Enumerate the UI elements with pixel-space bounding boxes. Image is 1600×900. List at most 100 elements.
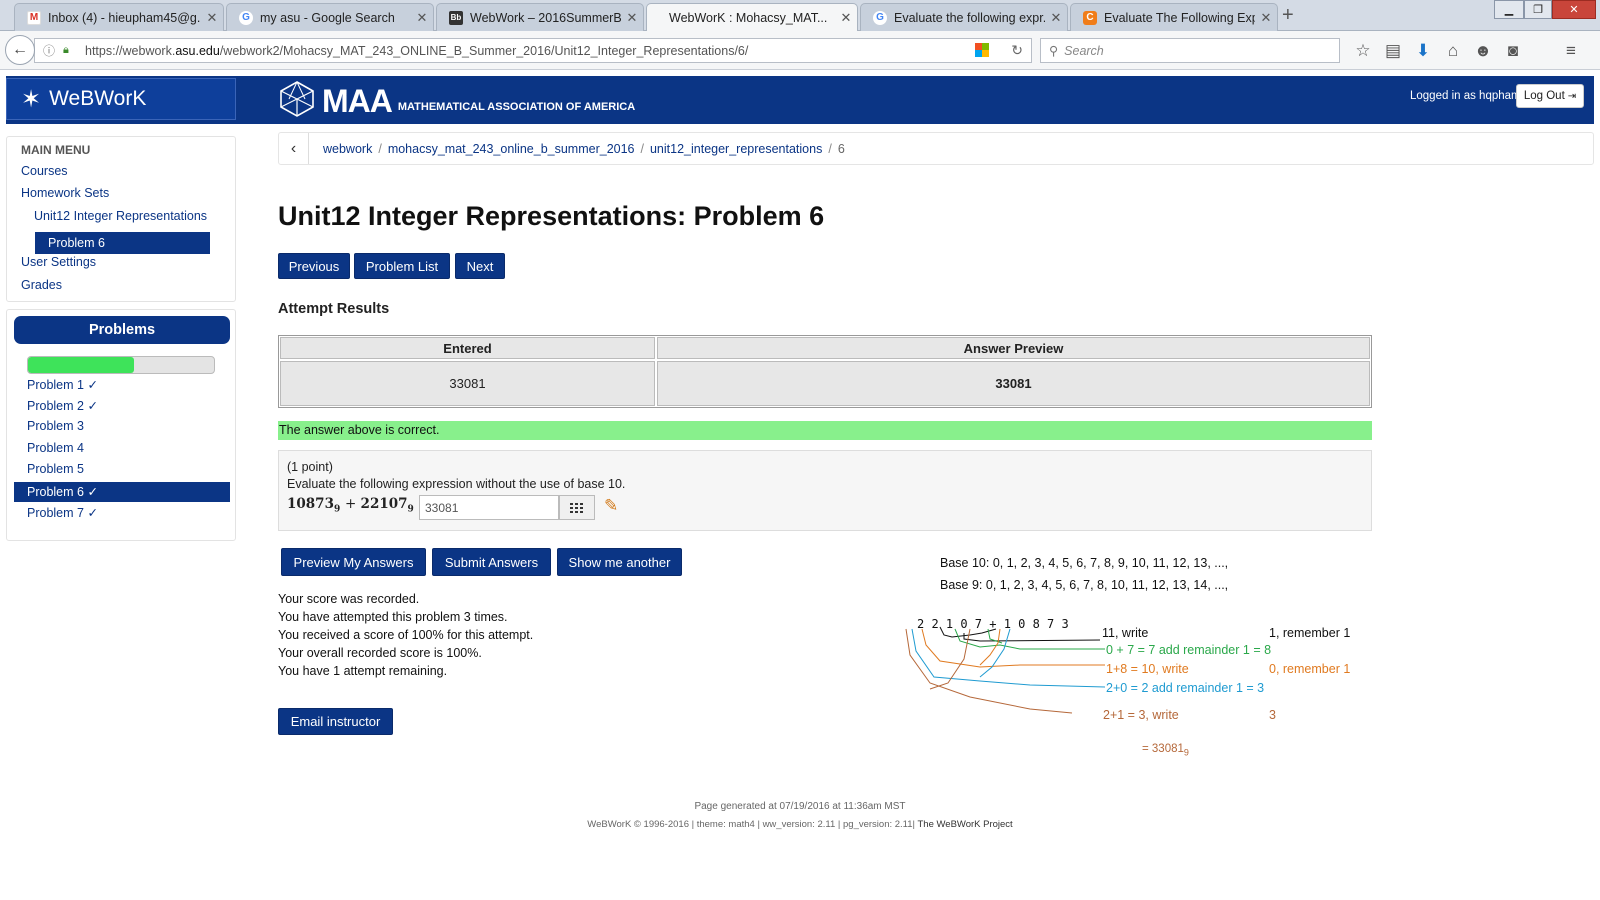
problem-link-3[interactable]: Problem 3 bbox=[14, 417, 230, 437]
problem-link-5[interactable]: Problem 5 bbox=[14, 460, 230, 480]
problem-link-7[interactable]: Problem 7 ✓ bbox=[14, 503, 230, 523]
note-base9: Base 9: 0, 1, 2, 3, 4, 5, 6, 7, 8, 10, 1… bbox=[940, 578, 1229, 592]
note-base10: Base 10: 0, 1, 2, 3, 4, 5, 6, 7, 8, 9, 1… bbox=[940, 556, 1229, 570]
menu-link-user-settings[interactable]: User Settings bbox=[21, 255, 96, 269]
browser-tab-bar: M Inbox (4) - hieupham45@g... ✕ G my asu… bbox=[0, 0, 1600, 32]
note-result: = 330819 bbox=[1142, 743, 1189, 758]
search-box[interactable]: ⚲ Search bbox=[1040, 38, 1340, 63]
menu-link-set[interactable]: Unit12 Integer Representations bbox=[34, 209, 207, 223]
chat-icon[interactable]: ☻ bbox=[1472, 41, 1494, 61]
problems-heading: Problems bbox=[14, 316, 230, 344]
breadcrumb-course[interactable]: mohacsy_mat_243_online_b_summer_2016 bbox=[388, 142, 635, 156]
menu-link-courses[interactable]: Courses bbox=[21, 164, 68, 178]
close-tab-icon[interactable]: ✕ bbox=[411, 10, 433, 26]
gmail-icon: M bbox=[27, 10, 41, 25]
note-step3-remember: 0, remember 1 bbox=[1269, 662, 1351, 676]
breadcrumb-current: 6 bbox=[837, 141, 845, 156]
preview-value: 33081 bbox=[657, 361, 1370, 406]
bookmark-star-icon[interactable]: ☆ bbox=[1352, 41, 1374, 61]
ms-extension-icon[interactable] bbox=[975, 43, 989, 57]
menu-link-current-problem[interactable]: Problem 6 bbox=[35, 232, 210, 254]
new-tab-icon[interactable]: + bbox=[1282, 4, 1294, 27]
close-window-icon[interactable]: ✕ bbox=[1552, 0, 1596, 19]
maximize-icon[interactable]: ❐ bbox=[1524, 0, 1552, 19]
problem-list-button[interactable]: Problem List bbox=[354, 253, 450, 279]
close-tab-icon[interactable]: ✕ bbox=[201, 10, 223, 26]
browser-tab-google-evaluate[interactable]: G Evaluate the following expr... ✕ bbox=[860, 3, 1068, 31]
browser-tab-chegg[interactable]: C Evaluate The Following Exp... ✕ bbox=[1070, 3, 1278, 31]
entered-value: 33081 bbox=[280, 361, 655, 406]
webwork-project-link[interactable]: The WeBWorK Project bbox=[917, 819, 1012, 830]
close-tab-icon[interactable]: ✕ bbox=[621, 10, 643, 26]
pocket-icon[interactable]: ◙ bbox=[1502, 41, 1524, 61]
score-info: Your score was recorded. You have attemp… bbox=[278, 592, 534, 678]
star-logo-icon: ✶ bbox=[21, 85, 42, 113]
google-icon: G bbox=[239, 10, 253, 25]
next-button[interactable]: Next bbox=[455, 253, 505, 279]
email-instructor-button[interactable]: Email instructor bbox=[278, 708, 393, 735]
webwork-logo[interactable]: ✶ WeBWorK bbox=[6, 78, 236, 120]
browser-tab-webwork-active[interactable]: WebWorK : Mohacsy_MAT... ✕ bbox=[646, 3, 858, 32]
col-entered-header: Entered bbox=[280, 337, 655, 359]
close-tab-icon[interactable]: ✕ bbox=[835, 10, 857, 26]
menu-link-homework-sets[interactable]: Homework Sets bbox=[21, 186, 109, 200]
close-tab-icon[interactable]: ✕ bbox=[1045, 10, 1067, 26]
hamburger-menu-icon[interactable]: ≡ bbox=[1560, 41, 1582, 61]
problem-link-2[interactable]: Problem 2 ✓ bbox=[14, 396, 230, 416]
note-step4: 2+0 = 2 add remainder 1 = 3 bbox=[1106, 681, 1265, 695]
correct-message: The answer above is correct. bbox=[278, 421, 1372, 440]
submit-answers-button[interactable]: Submit Answers bbox=[432, 548, 551, 576]
reload-icon[interactable]: ↻ bbox=[1011, 42, 1023, 59]
show-another-button[interactable]: Show me another bbox=[557, 548, 682, 576]
browser-tab-blackboard[interactable]: Bb WebWork – 2016SummerB... ✕ bbox=[436, 3, 644, 31]
back-button[interactable]: ← bbox=[5, 35, 35, 65]
browser-nav-bar: ⓘ 🔒︎ https://webwork.asu.edu/webwork2/Mo… bbox=[0, 31, 1600, 70]
progress-bar bbox=[27, 356, 215, 374]
browser-tab-gmail[interactable]: M Inbox (4) - hieupham45@g... ✕ bbox=[14, 3, 224, 31]
page-title: Unit12 Integer Representations: Problem … bbox=[278, 201, 825, 231]
reading-list-icon[interactable]: ▤ bbox=[1382, 41, 1404, 61]
address-bar[interactable]: ⓘ 🔒︎ https://webwork.asu.edu/webwork2/Mo… bbox=[34, 38, 1032, 63]
chevron-left-icon: ‹ bbox=[290, 139, 297, 157]
main-menu-heading: MAIN MENU bbox=[21, 143, 91, 157]
download-icon[interactable]: ⬇ bbox=[1412, 41, 1434, 61]
home-icon[interactable]: ⌂ bbox=[1442, 41, 1464, 61]
blackboard-icon: Bb bbox=[449, 10, 463, 25]
logged-in-label: Logged in as hqpham. bbox=[1410, 90, 1524, 102]
note-step2: 0 + 7 = 7 add remainder 1 = 8 bbox=[1106, 643, 1272, 657]
url-text: https://webwork.asu.edu/webwork2/Mohacsy… bbox=[85, 43, 749, 58]
browser-tab-google-search[interactable]: G my asu - Google Search ✕ bbox=[226, 3, 434, 31]
question-text: Evaluate the following expression withou… bbox=[287, 477, 626, 491]
copyright-footer: WeBWorK © 1996-2016 | theme: math4 | ww_… bbox=[587, 819, 1013, 830]
info-icon[interactable]: ⓘ bbox=[43, 42, 59, 59]
pencil-icon[interactable]: ✎ bbox=[604, 496, 618, 516]
maa-logo[interactable]: MAA MATHEMATICAL ASSOCIATION OF AMERICA bbox=[278, 80, 635, 118]
breadcrumb-back-button[interactable]: ‹ bbox=[279, 133, 309, 164]
close-tab-icon[interactable]: ✕ bbox=[1255, 10, 1277, 26]
answer-input[interactable]: 33081 bbox=[419, 495, 559, 520]
attempt-results-heading: Attempt Results bbox=[278, 301, 390, 317]
breadcrumb-webwork[interactable]: webwork bbox=[323, 142, 372, 156]
note-step1-remember: 1, remember 1 bbox=[1269, 626, 1351, 640]
keyboard-button[interactable] bbox=[559, 495, 595, 520]
problem-box: (1 point) Evaluate the following express… bbox=[278, 450, 1372, 531]
problem-link-4[interactable]: Problem 4 bbox=[14, 439, 230, 459]
lock-icon: 🔒︎ bbox=[63, 44, 69, 56]
breadcrumb-set[interactable]: unit12_integer_representations bbox=[650, 142, 822, 156]
google-icon: G bbox=[873, 10, 887, 25]
note-step3-write: 1+8 = 10, write bbox=[1106, 662, 1189, 676]
logout-icon: ⇥ bbox=[1567, 90, 1577, 102]
breadcrumb: ‹ webwork / mohacsy_mat_243_online_b_sum… bbox=[278, 132, 1594, 165]
problem-link-6[interactable]: Problem 6 ✓ bbox=[14, 482, 230, 502]
expression: 108739 + 221079 = bbox=[287, 496, 430, 515]
back-arrow-icon: ← bbox=[12, 41, 28, 58]
page-generated-footer: Page generated at 07/19/2016 at 11:36am … bbox=[694, 801, 906, 812]
menu-link-grades[interactable]: Grades bbox=[21, 278, 62, 292]
carry-lines-drawing bbox=[905, 626, 1106, 714]
minimize-icon[interactable]: ▁ bbox=[1494, 0, 1524, 19]
preview-answers-button[interactable]: Preview My Answers bbox=[281, 548, 426, 576]
previous-button[interactable]: Previous bbox=[278, 253, 350, 279]
logout-button[interactable]: Log Out ⇥ bbox=[1516, 84, 1584, 108]
note-step1-write: 11, write bbox=[1102, 626, 1149, 640]
problem-link-1[interactable]: Problem 1 ✓ bbox=[14, 375, 230, 395]
